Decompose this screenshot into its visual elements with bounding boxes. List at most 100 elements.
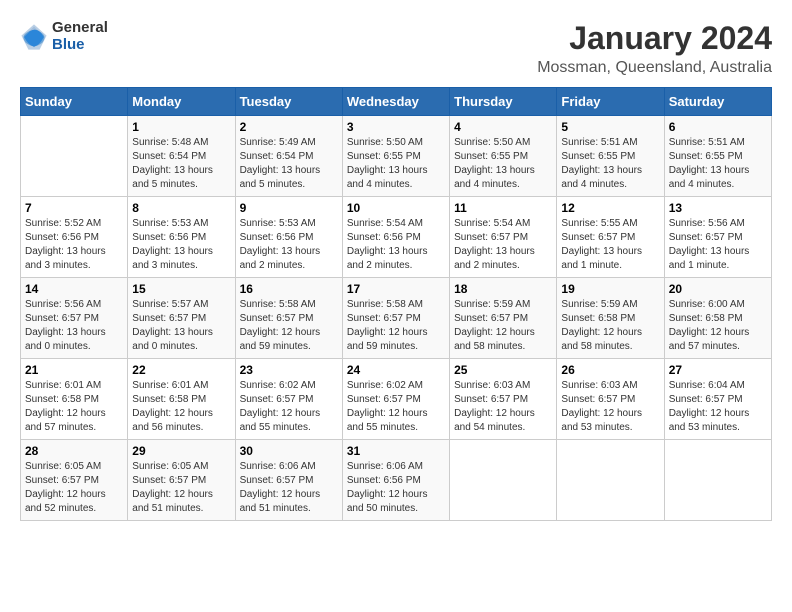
- header-cell: Sunday: [21, 88, 128, 116]
- day-info: Sunrise: 5:57 AMSunset: 6:57 PMDaylight:…: [132, 298, 230, 354]
- day-info: Sunrise: 5:58 AMSunset: 6:57 PMDaylight:…: [240, 298, 338, 354]
- calendar-cell: 12 Sunrise: 5:55 AMSunset: 6:57 PMDayligh…: [557, 197, 664, 278]
- calendar-cell: 11 Sunrise: 5:54 AMSunset: 6:57 PMDayligh…: [450, 197, 557, 278]
- calendar-cell: 3 Sunrise: 5:50 AMSunset: 6:55 PMDaylight…: [342, 116, 449, 197]
- day-number: 11: [454, 201, 552, 215]
- calendar-cell: 27Sunrise: 6:04 AMSunset: 6:57 PMDayligh…: [664, 359, 771, 440]
- header-cell: Wednesday: [342, 88, 449, 116]
- calendar-cell: 14Sunrise: 5:56 AMSunset: 6:57 PMDayligh…: [21, 278, 128, 359]
- calendar-cell: 31Sunrise: 6:06 AMSunset: 6:56 PMDayligh…: [342, 440, 449, 521]
- day-number: 14: [25, 282, 123, 296]
- calendar-cell: 2Sunrise: 5:49 AMSunset: 6:54 PMDaylight…: [235, 116, 342, 197]
- day-info: Sunrise: 5:53 AMSunset: 6:56 PMDaylight:…: [132, 217, 230, 273]
- calendar-row: 1 Sunrise: 5:48 AMSunset: 6:54 PMDaylight…: [21, 116, 772, 197]
- calendar-cell: 1 Sunrise: 5:48 AMSunset: 6:54 PMDaylight…: [128, 116, 235, 197]
- day-info: Sunrise: 5:53 AMSunset: 6:56 PMDaylight:…: [240, 217, 338, 273]
- logo-blue: Blue: [52, 37, 108, 54]
- day-number: 12: [561, 201, 659, 215]
- day-info: Sunrise: 6:03 AMSunset: 6:57 PMDaylight:…: [454, 379, 552, 435]
- day-info: Sunrise: 5:58 AMSunset: 6:57 PMDaylight:…: [347, 298, 445, 354]
- calendar-cell: [450, 440, 557, 521]
- day-number: 27: [669, 363, 767, 377]
- day-number: 29: [132, 444, 230, 458]
- calendar-body: 1 Sunrise: 5:48 AMSunset: 6:54 PMDaylight…: [21, 116, 772, 521]
- day-info: Sunrise: 5:55 AMSunset: 6:57 PMDaylight:…: [561, 217, 659, 273]
- calendar-row: 7 Sunrise: 5:52 AMSunset: 6:56 PMDaylight…: [21, 197, 772, 278]
- day-number: 18: [454, 282, 552, 296]
- calendar-row: 28Sunrise: 6:05 AMSunset: 6:57 PMDayligh…: [21, 440, 772, 521]
- day-info: Sunrise: 6:02 AMSunset: 6:57 PMDaylight:…: [347, 379, 445, 435]
- calendar-cell: 20 Sunrise: 6:00 AMSunset: 6:58 PMDayligh…: [664, 278, 771, 359]
- day-number: 13: [669, 201, 767, 215]
- title-block: January 2024 Mossman, Queensland, Austra…: [537, 20, 772, 77]
- day-number: 3: [347, 120, 445, 134]
- day-number: 6: [669, 120, 767, 134]
- header-cell: Tuesday: [235, 88, 342, 116]
- calendar-cell: 22 Sunrise: 6:01 AMSunset: 6:58 PMDayligh…: [128, 359, 235, 440]
- day-info: Sunrise: 6:02 AMSunset: 6:57 PMDaylight:…: [240, 379, 338, 435]
- day-info: Sunrise: 5:54 AMSunset: 6:57 PMDaylight:…: [454, 217, 552, 273]
- header-cell: Monday: [128, 88, 235, 116]
- logo-icon: [20, 23, 48, 51]
- logo-general: General: [52, 20, 108, 37]
- day-info: Sunrise: 6:03 AMSunset: 6:57 PMDaylight:…: [561, 379, 659, 435]
- header-cell: Friday: [557, 88, 664, 116]
- day-number: 21: [25, 363, 123, 377]
- calendar-cell: [664, 440, 771, 521]
- day-info: Sunrise: 5:59 AMSunset: 6:57 PMDaylight:…: [454, 298, 552, 354]
- header-cell: Thursday: [450, 88, 557, 116]
- day-number: 26: [561, 363, 659, 377]
- day-number: 7: [25, 201, 123, 215]
- day-info: Sunrise: 6:01 AMSunset: 6:58 PMDaylight:…: [132, 379, 230, 435]
- calendar-cell: 23 Sunrise: 6:02 AMSunset: 6:57 PMDayligh…: [235, 359, 342, 440]
- day-info: Sunrise: 5:52 AMSunset: 6:56 PMDaylight:…: [25, 217, 123, 273]
- day-info: Sunrise: 6:05 AMSunset: 6:57 PMDaylight:…: [25, 460, 123, 516]
- day-info: Sunrise: 5:51 AMSunset: 6:55 PMDaylight:…: [669, 136, 767, 192]
- calendar-cell: 13 Sunrise: 5:56 AMSunset: 6:57 PMDayligh…: [664, 197, 771, 278]
- day-info: Sunrise: 5:56 AMSunset: 6:57 PMDaylight:…: [669, 217, 767, 273]
- calendar-cell: 25 Sunrise: 6:03 AMSunset: 6:57 PMDayligh…: [450, 359, 557, 440]
- calendar-cell: 21 Sunrise: 6:01 AMSunset: 6:58 PMDayligh…: [21, 359, 128, 440]
- day-number: 19: [561, 282, 659, 296]
- calendar-cell: 4 Sunrise: 5:50 AMSunset: 6:55 PMDaylight…: [450, 116, 557, 197]
- calendar-cell: [21, 116, 128, 197]
- day-number: 1: [132, 120, 230, 134]
- calendar-cell: 18 Sunrise: 5:59 AMSunset: 6:57 PMDayligh…: [450, 278, 557, 359]
- header-cell: Saturday: [664, 88, 771, 116]
- day-info: Sunrise: 5:50 AMSunset: 6:55 PMDaylight:…: [347, 136, 445, 192]
- day-info: Sunrise: 6:00 AMSunset: 6:58 PMDaylight:…: [669, 298, 767, 354]
- day-number: 23: [240, 363, 338, 377]
- day-number: 17: [347, 282, 445, 296]
- day-number: 22: [132, 363, 230, 377]
- day-number: 24: [347, 363, 445, 377]
- day-info: Sunrise: 5:54 AMSunset: 6:56 PMDaylight:…: [347, 217, 445, 273]
- calendar-cell: 9 Sunrise: 5:53 AMSunset: 6:56 PMDaylight…: [235, 197, 342, 278]
- calendar-cell: 7 Sunrise: 5:52 AMSunset: 6:56 PMDaylight…: [21, 197, 128, 278]
- subtitle: Mossman, Queensland, Australia: [537, 59, 772, 77]
- logo: General Blue: [20, 20, 108, 53]
- calendar-cell: [557, 440, 664, 521]
- header-row: SundayMondayTuesdayWednesdayThursdayFrid…: [21, 88, 772, 116]
- day-number: 9: [240, 201, 338, 215]
- day-info: Sunrise: 5:51 AMSunset: 6:55 PMDaylight:…: [561, 136, 659, 192]
- day-number: 31: [347, 444, 445, 458]
- day-number: 20: [669, 282, 767, 296]
- day-number: 8: [132, 201, 230, 215]
- logo-text: General Blue: [52, 20, 108, 53]
- day-number: 4: [454, 120, 552, 134]
- day-info: Sunrise: 6:06 AMSunset: 6:57 PMDaylight:…: [240, 460, 338, 516]
- day-number: 25: [454, 363, 552, 377]
- calendar-cell: 10 Sunrise: 5:54 AMSunset: 6:56 PMDayligh…: [342, 197, 449, 278]
- calendar-cell: 24 Sunrise: 6:02 AMSunset: 6:57 PMDayligh…: [342, 359, 449, 440]
- day-info: Sunrise: 5:48 AMSunset: 6:54 PMDaylight:…: [132, 136, 230, 192]
- day-info: Sunrise: 6:01 AMSunset: 6:58 PMDaylight:…: [25, 379, 123, 435]
- day-number: 5: [561, 120, 659, 134]
- main-title: January 2024: [537, 20, 772, 57]
- calendar-cell: 6 Sunrise: 5:51 AMSunset: 6:55 PMDaylight…: [664, 116, 771, 197]
- calendar-cell: 26 Sunrise: 6:03 AMSunset: 6:57 PMDayligh…: [557, 359, 664, 440]
- calendar-table: SundayMondayTuesdayWednesdayThursdayFrid…: [20, 87, 772, 521]
- day-number: 10: [347, 201, 445, 215]
- day-info: Sunrise: 5:50 AMSunset: 6:55 PMDaylight:…: [454, 136, 552, 192]
- calendar-cell: 30Sunrise: 6:06 AMSunset: 6:57 PMDayligh…: [235, 440, 342, 521]
- calendar-cell: 28Sunrise: 6:05 AMSunset: 6:57 PMDayligh…: [21, 440, 128, 521]
